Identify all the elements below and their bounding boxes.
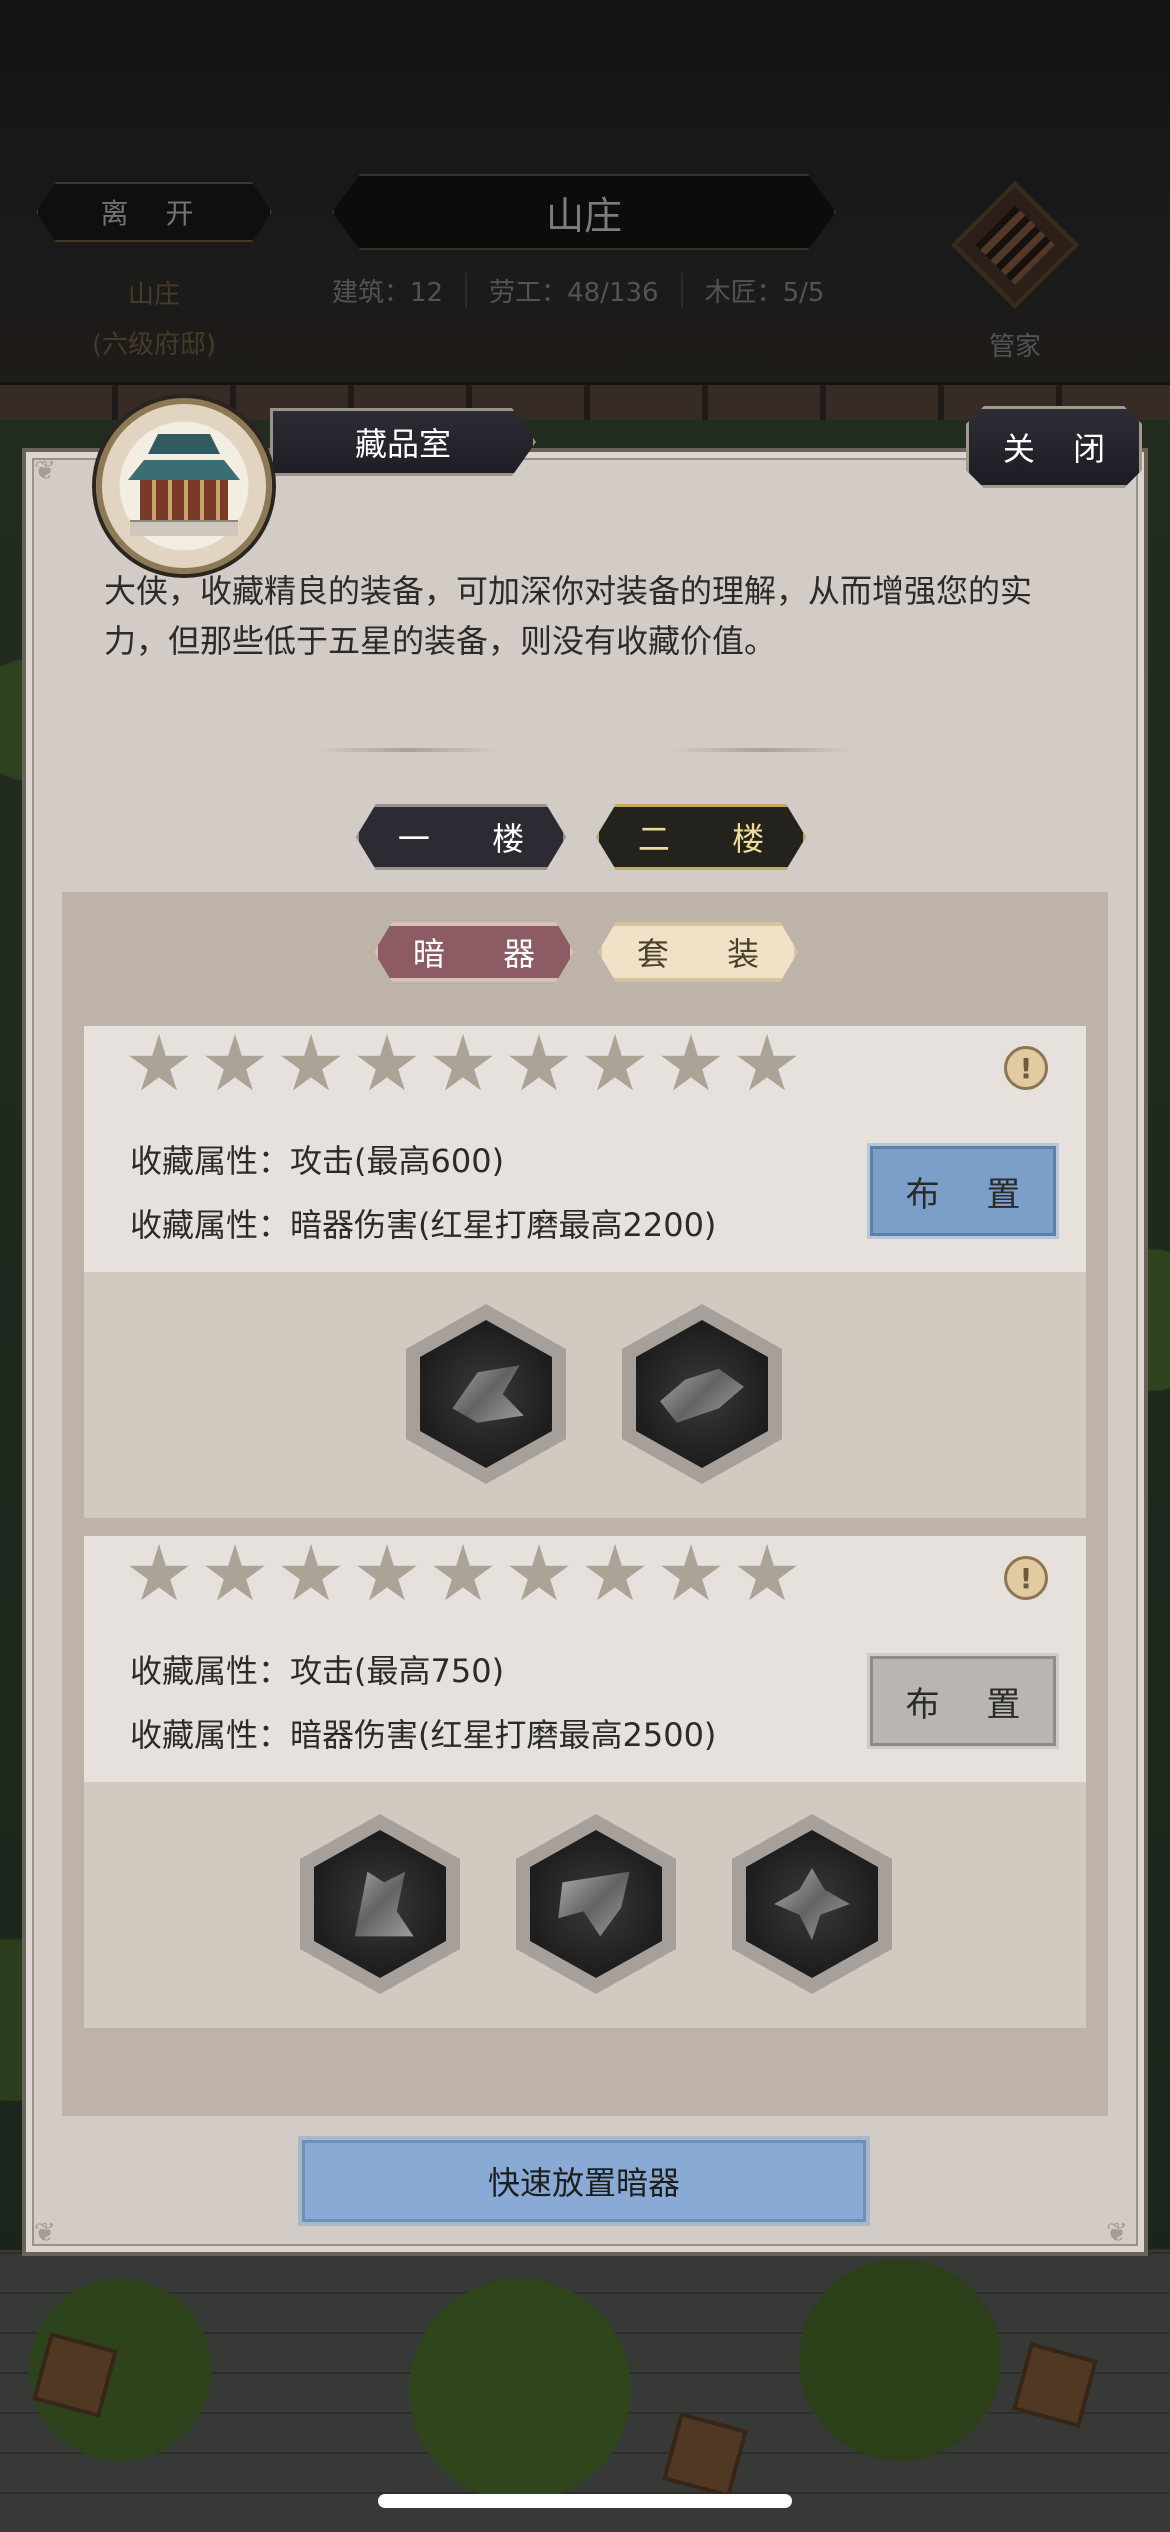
star-icon xyxy=(205,1034,265,1091)
star-icon xyxy=(433,1544,493,1601)
star-icon xyxy=(433,1034,493,1091)
place-button[interactable]: 布 置 xyxy=(870,1146,1056,1236)
star-icon xyxy=(585,1544,645,1601)
star-icon xyxy=(281,1034,341,1091)
star-icon xyxy=(357,1544,417,1601)
place-button[interactable]: 布 置 xyxy=(870,1656,1056,1746)
quick-place-button[interactable]: 快速放置暗器 xyxy=(302,2140,866,2222)
star-icon xyxy=(737,1544,797,1601)
weapon-slot[interactable] xyxy=(732,1814,892,1994)
star-rating xyxy=(128,1034,798,1096)
collection-room-icon xyxy=(96,398,272,574)
card-slots xyxy=(84,1272,1086,1518)
panel-description: 大侠，收藏精良的装备，可加深你对装备的理解，从而增强您的实力，但那些低于五星的装… xyxy=(104,572,1033,660)
star-icon xyxy=(509,1544,569,1601)
card-slots xyxy=(84,1782,1086,2028)
info-icon[interactable]: ! xyxy=(1004,1046,1048,1090)
collection-attribute: 收藏属性：攻击(最高600) xyxy=(130,1142,505,1180)
star-icon xyxy=(661,1544,721,1601)
star-icon xyxy=(509,1034,569,1091)
star-icon xyxy=(205,1544,265,1601)
star-icon xyxy=(129,1034,189,1091)
corner-ornament-icon: ❦ xyxy=(34,2218,56,2248)
divider-ornament xyxy=(318,748,498,752)
star-icon xyxy=(129,1544,189,1601)
close-button[interactable]: 关 闭 xyxy=(966,406,1142,488)
card-header: ! 收藏属性：攻击(最高600) 收藏属性：暗器伤害(红星打磨最高2200) 布… xyxy=(84,1026,1086,1272)
corner-ornament-icon: ❦ xyxy=(34,456,56,486)
star-rating xyxy=(128,1544,798,1606)
home-indicator[interactable] xyxy=(378,2494,792,2508)
tab-equipment-sets[interactable]: 套 装 xyxy=(598,922,798,982)
star-icon xyxy=(585,1034,645,1091)
info-icon[interactable]: ! xyxy=(1004,1556,1048,1600)
star-icon xyxy=(661,1034,721,1091)
collection-attribute: 收藏属性：攻击(最高750) xyxy=(130,1652,505,1690)
building-icon xyxy=(128,434,240,538)
star-icon xyxy=(281,1544,341,1601)
tab-hidden-weapons[interactable]: 暗 器 xyxy=(374,922,574,982)
tab-floor-2[interactable]: 二 楼 xyxy=(596,804,806,870)
star-icon xyxy=(357,1034,417,1091)
weapon-slot[interactable] xyxy=(406,1304,566,1484)
card-header: ! 收藏属性：攻击(最高750) 收藏属性：暗器伤害(红星打磨最高2500) 布… xyxy=(84,1536,1086,1782)
panel-title: 藏品室 xyxy=(270,408,536,476)
star-icon xyxy=(737,1034,797,1091)
divider-ornament xyxy=(672,748,852,752)
weapon-slot[interactable] xyxy=(300,1814,460,1994)
collection-attribute: 收藏属性：暗器伤害(红星打磨最高2200) xyxy=(130,1206,717,1244)
tab-floor-1[interactable]: 一 楼 xyxy=(356,804,566,870)
weapon-slot[interactable] xyxy=(622,1304,782,1484)
corner-ornament-icon: ❦ xyxy=(1106,2218,1128,2248)
weapon-slot[interactable] xyxy=(516,1814,676,1994)
collection-attribute: 收藏属性：暗器伤害(红星打磨最高2500) xyxy=(130,1716,717,1754)
